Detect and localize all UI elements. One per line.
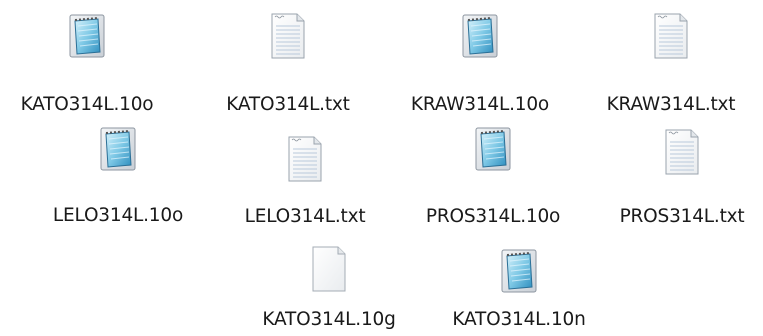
file-name: KATO314L.10o <box>20 94 154 115</box>
file-name: KATO314L.10n <box>452 309 586 330</box>
file-name: KATO314L.10g <box>262 309 396 330</box>
notepad-file-icon <box>67 12 107 60</box>
file-name: KRAW314L.txt <box>606 94 736 115</box>
notepad-file-icon <box>460 12 500 60</box>
notepad-file-icon <box>499 247 539 295</box>
notepad-file-icon <box>98 125 138 173</box>
blank-file-icon <box>309 245 349 293</box>
text-file-icon <box>651 12 691 60</box>
text-file-icon <box>268 12 308 60</box>
file-name: PROS314L.txt <box>619 206 745 227</box>
file-name: KATO314L.txt <box>226 94 350 115</box>
text-file-icon <box>285 135 325 183</box>
text-file-icon <box>662 128 702 176</box>
notepad-file-icon <box>473 125 513 173</box>
file-name: PROS314L.10o <box>425 206 561 227</box>
file-name: LELO314L.txt <box>244 206 366 227</box>
file-name: KRAW314L.10o <box>410 94 550 115</box>
file-name: LELO314L.10o <box>52 205 184 226</box>
